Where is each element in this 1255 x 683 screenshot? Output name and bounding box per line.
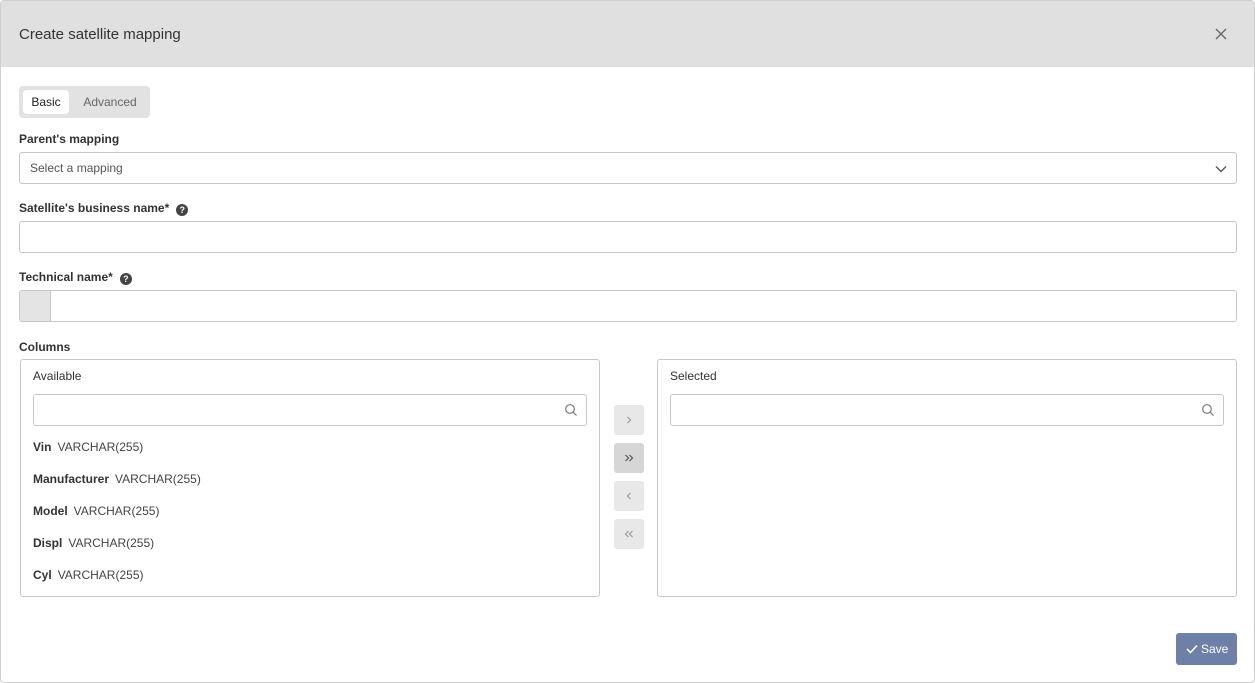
column-name: Cyl (33, 568, 52, 582)
save-button-label: Save (1201, 642, 1229, 656)
available-title: Available (33, 369, 82, 383)
business-name-input[interactable] (19, 221, 1237, 253)
mode-tabs: Basic Advanced (19, 86, 150, 118)
list-item[interactable]: Manufacturer VARCHAR(255) (33, 472, 201, 486)
double-chevron-left-icon (624, 530, 633, 538)
tab-basic[interactable]: Basic (23, 90, 69, 114)
columns-label-text: Columns (19, 340, 71, 354)
search-icon (1202, 404, 1214, 416)
check-icon (1186, 644, 1198, 654)
parent-mapping-label-text: Parent's mapping (19, 132, 120, 146)
chevron-right-icon (627, 416, 632, 424)
business-name-label: Satellite's business name*? (19, 201, 189, 216)
move-all-right-button[interactable] (614, 443, 644, 473)
dialog-title: Create satellite mapping (19, 26, 181, 43)
list-item[interactable]: Model VARCHAR(255) (33, 504, 159, 518)
technical-name-label: Technical name*? (19, 270, 132, 285)
move-all-left-button[interactable] (614, 519, 644, 549)
column-type: VARCHAR(255) (68, 536, 155, 550)
list-item[interactable]: Vin VARCHAR(255) (33, 440, 143, 454)
column-name: Vin (33, 440, 52, 454)
list-item[interactable]: Cyl VARCHAR(255) (33, 568, 144, 582)
technical-name-input[interactable] (19, 290, 1237, 322)
column-name: Model (33, 504, 68, 518)
business-name-label-text: Satellite's business name* (19, 201, 170, 215)
column-type: VARCHAR(255) (57, 568, 144, 582)
column-type: VARCHAR(255) (57, 440, 144, 454)
selected-search-input[interactable] (670, 394, 1224, 426)
list-item[interactable]: Displ VARCHAR(255) (33, 536, 154, 550)
create-satellite-mapping-dialog: Create satellite mapping Basic Advanced … (0, 0, 1255, 683)
dialog-header: Create satellite mapping (1, 1, 1254, 67)
selected-columns-panel: Selected (657, 359, 1237, 597)
technical-name-prefix (20, 291, 51, 321)
tab-advanced[interactable]: Advanced (77, 90, 143, 114)
save-button[interactable]: Save (1176, 633, 1237, 665)
available-columns-panel: Available Vin VARCHAR(255) Manufacturer VA… (20, 359, 600, 597)
move-selected-left-button[interactable] (614, 481, 644, 511)
parent-mapping-placeholder: Select a mapping (30, 161, 123, 175)
parent-mapping-label: Parent's mapping (19, 132, 119, 146)
double-chevron-right-icon (625, 454, 634, 462)
column-type: VARCHAR(255) (73, 504, 160, 518)
chevron-left-icon (626, 492, 631, 500)
search-icon (565, 404, 577, 416)
column-name: Displ (33, 536, 63, 550)
help-icon[interactable]: ? (176, 204, 189, 216)
parent-mapping-select[interactable]: Select a mapping (19, 152, 1237, 184)
available-search-input[interactable] (33, 394, 587, 426)
help-icon[interactable]: ? (119, 273, 132, 285)
columns-label: Columns (19, 340, 70, 354)
move-selected-right-button[interactable] (614, 405, 644, 435)
chevron-down-icon (1215, 166, 1227, 173)
close-button[interactable] (1210, 23, 1232, 45)
column-name: Manufacturer (33, 472, 110, 486)
technical-name-label-text: Technical name* (19, 270, 113, 284)
selected-title: Selected (670, 369, 717, 383)
column-type: VARCHAR(255) (115, 472, 201, 486)
close-icon (1215, 28, 1227, 40)
